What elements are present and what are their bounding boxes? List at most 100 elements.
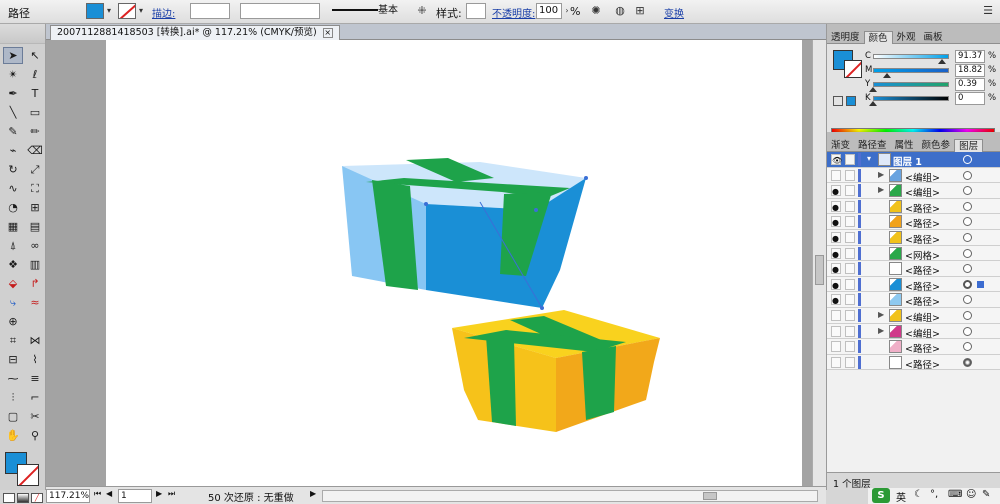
visibility-toggle[interactable] <box>831 309 841 321</box>
lock-toggle[interactable] <box>845 341 855 353</box>
layer-visibility-toggle[interactable]: 👁 <box>831 154 842 165</box>
channel-value-input[interactable]: 0.39 <box>955 78 985 91</box>
visibility-toggle[interactable] <box>831 356 841 368</box>
shape-builder-tool-icon[interactable]: ◔ <box>3 199 23 216</box>
vertical-scrollbar[interactable] <box>812 40 826 486</box>
rectangle-tool-icon[interactable]: ▭ <box>25 104 45 121</box>
punctuation-icon[interactable]: °, <box>930 489 938 500</box>
lock-toggle[interactable] <box>845 325 855 337</box>
list-tool-icon[interactable]: ≡ <box>25 370 45 387</box>
lock-toggle[interactable] <box>845 216 855 228</box>
lock-toggle[interactable] <box>845 185 855 197</box>
horizontal-scroll-thumb[interactable] <box>703 492 717 500</box>
path-shaper-tool-icon[interactable]: ⤷ <box>3 294 23 311</box>
brush-definition-select[interactable]: 基本 <box>330 3 410 19</box>
tab-artboards[interactable]: 画板 <box>920 31 947 44</box>
target-icon[interactable] <box>963 310 972 320</box>
visibility-toggle[interactable]: ● <box>831 294 841 306</box>
expand-arrow-icon[interactable]: ▶ <box>878 170 884 179</box>
tools-panel-grip[interactable] <box>0 24 45 44</box>
color-mode-button[interactable] <box>3 493 15 503</box>
perspective-grid-tool-icon[interactable]: ⊞ <box>25 199 45 216</box>
lock-toggle[interactable] <box>845 231 855 243</box>
transform-panel-link[interactable]: 变换 <box>664 5 684 20</box>
target-icon[interactable] <box>963 186 972 196</box>
live-paint-selection-tool-icon[interactable]: ↱ <box>25 275 45 292</box>
live-paint-bucket-tool-icon[interactable]: ⬙ <box>3 275 23 292</box>
visibility-toggle[interactable]: ● <box>831 278 841 290</box>
panel-menu-icon[interactable]: ☰ <box>980 3 996 19</box>
sublayer-name[interactable]: <路径> <box>905 341 940 355</box>
channel-track[interactable] <box>873 82 949 87</box>
measure-tool-icon[interactable]: ⌐ <box>25 389 45 406</box>
layer-row[interactable]: <路径> <box>827 354 1000 371</box>
layer-row[interactable]: ● <路径> <box>827 276 1000 293</box>
variable-width-profile-select[interactable] <box>240 3 320 19</box>
sublayer-name[interactable]: <编组> <box>905 326 940 340</box>
lock-toggle[interactable] <box>845 356 855 368</box>
layer-row[interactable]: ● <路径> <box>827 198 1000 215</box>
tab-layers[interactable]: 图层 <box>954 139 984 152</box>
warp-tool-icon[interactable]: ∿ <box>3 180 23 197</box>
grid-tool-icon[interactable]: ⊟ <box>3 351 23 368</box>
expand-arrow-icon[interactable]: ▾ <box>867 154 871 163</box>
opacity-input[interactable]: 100 <box>536 3 562 19</box>
tab-pathfinder[interactable]: 路径查 <box>854 139 891 152</box>
next-artboard-icon[interactable]: ▶ <box>156 489 162 498</box>
visibility-toggle[interactable]: ● <box>831 200 841 212</box>
tab-color[interactable]: 颜色 <box>863 31 893 44</box>
lasso-tool-icon[interactable]: ℓ <box>25 66 45 83</box>
settings-icon[interactable]: ✎ <box>982 489 990 500</box>
width-tool-icon[interactable]: ≈ <box>25 294 45 311</box>
zoom-tool-icon[interactable]: ⚲ <box>25 427 45 444</box>
channel-value-input[interactable]: 91.37 <box>955 50 985 63</box>
moon-icon[interactable]: ☾ <box>914 489 923 500</box>
isolate-icon[interactable]: ◍ <box>612 3 628 19</box>
layer-row[interactable]: ● <网格> <box>827 245 1000 262</box>
web-safe-swatch[interactable] <box>846 96 856 106</box>
stroke-weight-input[interactable] <box>190 3 230 19</box>
wave-tool-icon[interactable]: ⁓ <box>3 370 23 387</box>
layer-row[interactable]: ▶ <编组> <box>827 167 1000 184</box>
gradient-tool-icon[interactable]: ▤ <box>25 218 45 235</box>
sublayer-name[interactable]: <路径> <box>905 294 940 308</box>
visibility-toggle[interactable] <box>831 325 841 337</box>
color-panel-stroke-swatch[interactable] <box>844 60 862 78</box>
layer-row[interactable]: ▶ <编组> <box>827 307 1000 324</box>
keyboard-icon[interactable]: ⌨ <box>948 489 962 500</box>
sublayer-name[interactable]: <路径> <box>905 201 940 215</box>
expand-arrow-icon[interactable]: ▶ <box>878 310 884 319</box>
hand-tool-icon[interactable]: ✋ <box>3 427 23 444</box>
target-tool-icon[interactable]: ⊕ <box>3 313 23 330</box>
layer-row[interactable]: ● <路径> <box>827 214 1000 230</box>
stroke-color-box[interactable] <box>17 464 39 486</box>
channel-value-input[interactable]: 0 <box>955 92 985 105</box>
target-icon[interactable] <box>963 232 972 242</box>
expand-arrow-icon[interactable]: ▶ <box>878 326 884 335</box>
last-artboard-icon[interactable]: ⏭ <box>168 489 175 499</box>
yellow-gift-box[interactable] <box>452 310 660 432</box>
layer-row[interactable]: ● <路径> <box>827 229 1000 246</box>
fill-dropdown-icon[interactable]: ▾ <box>104 3 114 19</box>
symbol-sprayer-tool-icon[interactable]: ❖ <box>3 256 23 273</box>
layer-lock-toggle[interactable] <box>845 154 855 165</box>
sublayer-name[interactable]: <路径> <box>905 263 940 277</box>
visibility-toggle[interactable]: ● <box>831 231 841 243</box>
tab-color-guide[interactable]: 颜色参 <box>918 139 955 152</box>
stroke-panel-link[interactable]: 描边: <box>152 5 175 20</box>
fill-stroke-well[interactable] <box>3 450 43 490</box>
channel-slider-k[interactable]: K 0% <box>865 92 997 106</box>
tab-gradient[interactable]: 渐变 <box>827 139 854 152</box>
pen-tool-icon[interactable]: ✒ <box>3 85 23 102</box>
align-to-selection-icon[interactable]: ⊞ <box>632 3 648 19</box>
artwork[interactable] <box>106 40 802 486</box>
lock-toggle[interactable] <box>845 278 855 290</box>
sublayer-name[interactable]: <网格> <box>905 248 940 262</box>
layer-row[interactable]: ▶ <编组> <box>827 323 1000 340</box>
prev-artboard-icon[interactable]: ◀ <box>106 489 112 498</box>
sublayer-name[interactable]: <路径> <box>905 216 940 230</box>
pencil-tool-icon[interactable]: ✏ <box>25 123 45 140</box>
target-icon[interactable] <box>963 217 972 227</box>
layer-row[interactable]: ● <路径> <box>827 292 1000 308</box>
target-icon[interactable] <box>963 264 972 274</box>
